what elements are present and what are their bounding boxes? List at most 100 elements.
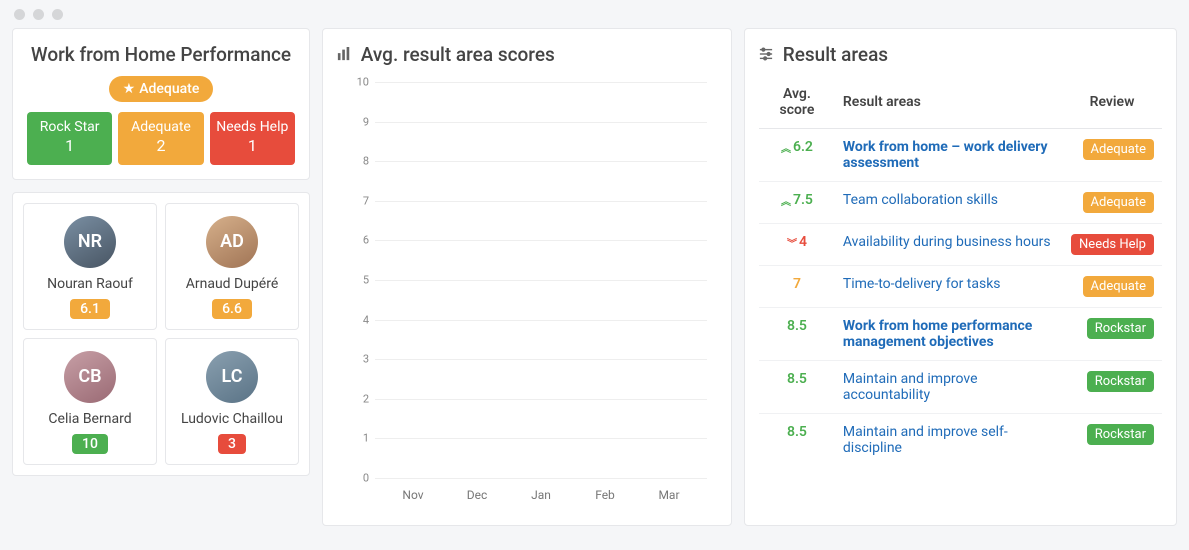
chart-ytick: 0: [347, 472, 369, 485]
table-row: 8.5 Work from home performance management…: [759, 308, 1162, 361]
chart-xlabel: Jan: [509, 488, 573, 502]
chart-ytick: 2: [347, 392, 369, 405]
person-card[interactable]: NR Nouran Raouf 6.1: [23, 203, 157, 330]
row-area: Time-to-delivery for tasks: [835, 266, 1062, 308]
table-header: Avg. score: [759, 76, 835, 129]
review-tag[interactable]: Rockstar: [1087, 318, 1154, 339]
review-tag[interactable]: Rockstar: [1087, 371, 1154, 392]
person-name: Ludovic Chaillou: [174, 411, 290, 427]
row-area: Work from home – work delivery assessmen…: [835, 129, 1062, 182]
chart-title: Avg. result area scores: [337, 43, 717, 66]
avatar: CB: [64, 351, 116, 403]
person-score-badge: 10: [72, 434, 108, 454]
chart-ytick: 9: [347, 115, 369, 128]
count-value: 2: [120, 136, 201, 157]
result-area-link[interactable]: Maintain and improve self-discipline: [843, 424, 1008, 456]
table-row: ︽7.5 Team collaboration skills Adequate: [759, 182, 1162, 224]
summary-badge[interactable]: ★ Adequate: [109, 76, 214, 102]
row-score-value: 6.2: [793, 139, 813, 155]
chart-xlabel: Mar: [637, 488, 701, 502]
person-card[interactable]: CB Celia Bernard 10: [23, 338, 157, 465]
table-header: Result areas: [835, 76, 1062, 129]
trend-up-icon: ︽: [781, 193, 791, 208]
review-tag[interactable]: Rockstar: [1087, 424, 1154, 445]
review-tag[interactable]: Adequate: [1083, 139, 1154, 160]
row-review: Rockstar: [1062, 361, 1162, 414]
result-area-link[interactable]: Work from home performance management ob…: [843, 318, 1032, 350]
chart-ytick: 3: [347, 353, 369, 366]
window-dot: [52, 9, 63, 20]
person-card[interactable]: ADArnaud Dupéré6.6: [165, 203, 299, 330]
review-tag[interactable]: Adequate: [1083, 192, 1154, 213]
count-card-green[interactable]: Rock Star1: [27, 112, 112, 165]
chart-title-text: Avg. result area scores: [361, 43, 555, 66]
row-score: 7: [759, 266, 835, 308]
chart-xlabel: Feb: [573, 488, 637, 502]
row-score: ︾4: [759, 224, 835, 266]
row-area: Maintain and improve accountability: [835, 361, 1062, 414]
result-area-link[interactable]: Work from home – work delivery assessmen…: [843, 139, 1048, 171]
count-value: 1: [29, 136, 110, 157]
window-titlebar: [0, 0, 1189, 28]
row-score-value: 7.5: [793, 192, 813, 208]
person-name: Celia Bernard: [32, 411, 148, 427]
person-card[interactable]: LCLudovic Chaillou3: [165, 338, 299, 465]
window-dot: [14, 9, 25, 20]
count-label: Rock Star: [29, 118, 110, 136]
bar-chart-icon: [337, 47, 355, 65]
summary-badge-label: Adequate: [139, 81, 199, 97]
chart-ytick: 6: [347, 234, 369, 247]
row-score: 8.5: [759, 414, 835, 467]
result-area-link[interactable]: Availability during business hours: [843, 234, 1051, 250]
count-card-orange[interactable]: Adequate2: [118, 112, 203, 165]
chart-xlabel: Dec: [445, 488, 509, 502]
row-score: ︽7.5: [759, 182, 835, 224]
avatar: NR: [64, 216, 116, 268]
chart-ytick: 1: [347, 432, 369, 445]
count-value: 1: [212, 136, 293, 157]
row-review: Rockstar: [1062, 308, 1162, 361]
window-dot: [33, 9, 44, 20]
count-card-red[interactable]: Needs Help1: [210, 112, 295, 165]
table-row: ︾4 Availability during business hours Need…: [759, 224, 1162, 266]
person-name: Nouran Raouf: [32, 276, 148, 292]
row-score-value: 7: [793, 276, 801, 292]
chart-area: 012345678910 NovDecJanFebMar: [337, 76, 717, 506]
trend-up-icon: ︽: [781, 140, 791, 155]
row-area: Team collaboration skills: [835, 182, 1062, 224]
review-tag[interactable]: Adequate: [1083, 276, 1154, 297]
person-score-badge: 3: [218, 434, 246, 454]
chart-xlabel: Nov: [381, 488, 445, 502]
person-score-badge: 6.1: [70, 299, 110, 319]
table-row: 8.5Maintain and improve accountabilityRo…: [759, 361, 1162, 414]
row-review: Adequate: [1062, 182, 1162, 224]
row-review: Needs Help: [1062, 224, 1162, 266]
summary-title: Work from Home Performance: [27, 43, 295, 66]
table-header: Review: [1062, 76, 1162, 129]
row-review: Adequate: [1062, 266, 1162, 308]
performance-summary-panel: Work from Home Performance ★ Adequate Ro…: [12, 28, 310, 180]
avatar: AD: [206, 216, 258, 268]
trend-down-icon: ︾: [787, 235, 797, 250]
result-area-link[interactable]: Time-to-delivery for tasks: [843, 276, 1001, 292]
chart-ytick: 5: [347, 274, 369, 287]
row-area: Maintain and improve self-discipline: [835, 414, 1062, 467]
result-areas-table: Avg. scoreResult areasReview ︽6.2Work fr…: [759, 76, 1162, 466]
result-area-link[interactable]: Team collaboration skills: [843, 192, 998, 208]
table-row: 7 Time-to-delivery for tasks Adequate: [759, 266, 1162, 308]
review-tag[interactable]: Needs Help: [1071, 234, 1154, 255]
result-area-link[interactable]: Maintain and improve accountability: [843, 371, 978, 403]
sliders-icon: [759, 47, 777, 65]
chart-gridline: [375, 478, 707, 479]
row-area: Work from home performance management ob…: [835, 308, 1062, 361]
chart-ytick: 4: [347, 313, 369, 326]
person-name: Arnaud Dupéré: [174, 276, 290, 292]
table-row: 8.5 Maintain and improve self-discipline R…: [759, 414, 1162, 467]
row-score-value: 4: [799, 234, 807, 250]
count-label: Needs Help: [212, 118, 293, 136]
row-score-value: 8.5: [787, 424, 807, 440]
row-score: 8.5: [759, 308, 835, 361]
people-panel: NRNouran Raouf6.1ADArnaud Dupéré6.6CBCel…: [12, 192, 310, 476]
row-score-value: 8.5: [787, 318, 807, 334]
row-review: Adequate: [1062, 129, 1162, 182]
